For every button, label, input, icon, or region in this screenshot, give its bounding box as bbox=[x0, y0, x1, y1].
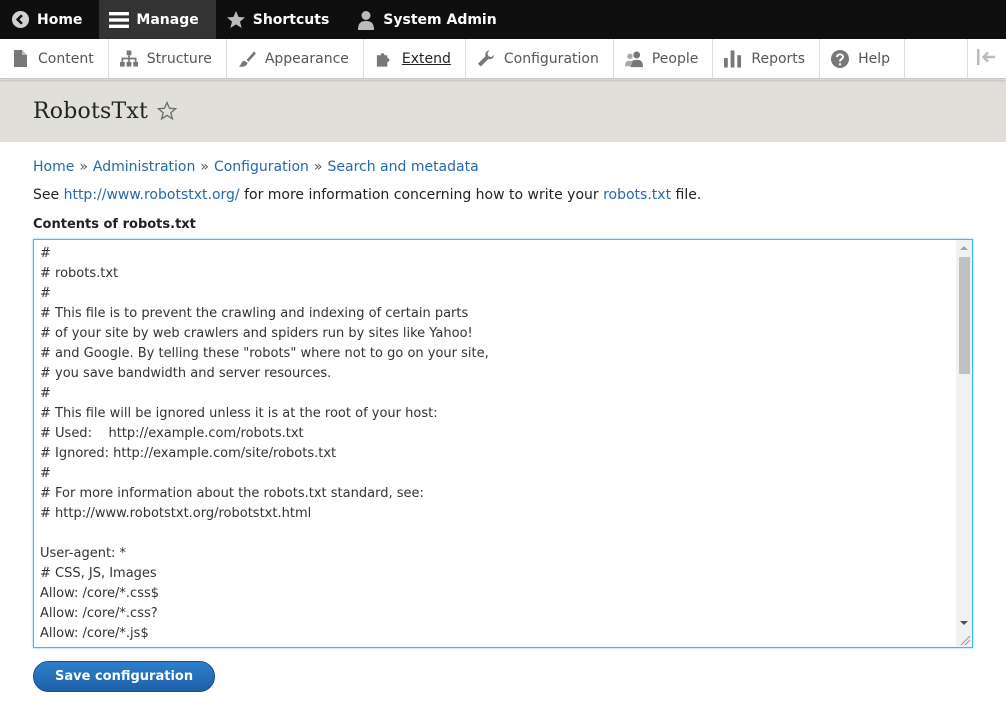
desc-text-after: file. bbox=[671, 187, 702, 203]
tray-item-reports[interactable]: Reports bbox=[713, 39, 821, 78]
breadcrumb: Home» Administration» Configuration» Search… bbox=[33, 159, 973, 179]
help-icon bbox=[831, 49, 850, 68]
breadcrumb-home[interactable]: Home bbox=[33, 159, 74, 175]
tray-item-extend-label: Extend bbox=[401, 50, 451, 67]
desc-text-middle: for more information concerning how to w… bbox=[239, 187, 604, 203]
tray-item-people[interactable]: People bbox=[614, 39, 714, 78]
toolbar-home[interactable]: Home bbox=[0, 0, 99, 39]
breadcrumb-configuration[interactable]: Configuration bbox=[214, 159, 309, 175]
collapse-sidebar-icon bbox=[977, 48, 997, 69]
scroll-up-arrow-icon[interactable] bbox=[956, 240, 972, 256]
textarea-line: # This file will be ignored unless it is… bbox=[40, 406, 438, 421]
robotstxt-org-link[interactable]: http://www.robotstxt.org/ bbox=[64, 187, 240, 203]
toolbar-user-label: System Admin bbox=[383, 11, 497, 28]
breadcrumb-separator: » bbox=[79, 159, 88, 175]
admin-menu-tray: Content Structure Appearance Extend Conf… bbox=[0, 39, 1006, 79]
page-icon bbox=[11, 50, 29, 68]
star-icon bbox=[226, 10, 246, 30]
tray-item-configuration-label: Configuration bbox=[503, 50, 599, 67]
user-icon bbox=[356, 10, 376, 30]
textarea-line: # Ignored: http://example.com/site/robot… bbox=[40, 446, 337, 461]
textarea-line: # bbox=[40, 246, 51, 261]
textarea-line: # robots.txt bbox=[40, 266, 119, 281]
breadcrumb-separator: » bbox=[313, 159, 323, 175]
tray-item-appearance[interactable]: Appearance bbox=[227, 39, 364, 78]
robots-contents-textarea[interactable]: # # robots.txt # # This file is to prevent … bbox=[33, 239, 973, 648]
hamburger-icon bbox=[109, 10, 130, 30]
sitemap-icon bbox=[119, 49, 138, 68]
desc-text-before: See bbox=[33, 187, 64, 203]
toolbar-user[interactable]: System Admin bbox=[346, 0, 513, 39]
tray-item-help-label: Help bbox=[858, 50, 890, 67]
puzzle-icon bbox=[375, 50, 393, 68]
textarea-line: # bbox=[40, 286, 51, 301]
save-configuration-button[interactable]: Save configuration bbox=[33, 661, 216, 692]
tray-item-structure-label: Structure bbox=[146, 50, 212, 67]
textarea-line: Allow: /core/*.js$ bbox=[40, 626, 149, 641]
toolbar-home-label: Home bbox=[37, 11, 83, 28]
textarea-line: # and Google. By telling these "robots" … bbox=[40, 346, 489, 361]
tray-item-people-label: People bbox=[651, 50, 699, 67]
people-icon bbox=[624, 50, 643, 68]
tray-item-configuration[interactable]: Configuration bbox=[466, 39, 614, 78]
tray-item-content-label: Content bbox=[38, 50, 94, 67]
breadcrumb-separator: » bbox=[200, 159, 209, 175]
textarea-line: Allow: /core/*.css? bbox=[40, 606, 158, 621]
tray-spacer bbox=[905, 39, 967, 78]
scrollbar-thumb[interactable] bbox=[959, 257, 970, 374]
tray-item-reports-label: Reports bbox=[751, 50, 806, 67]
textarea-line: # http://www.robotstxt.org/robotstxt.htm… bbox=[40, 506, 312, 521]
toolbar-manage-label: Manage bbox=[136, 11, 199, 28]
robots-txt-link[interactable]: robots.txt bbox=[603, 187, 671, 203]
admin-toolbar: Home Manage Shortcuts System Admin bbox=[0, 0, 1006, 39]
tray-item-help[interactable]: Help bbox=[820, 39, 905, 78]
robots-contents-label: Contents of robots.txt bbox=[33, 217, 196, 232]
page-title: RobotsTxt bbox=[33, 98, 148, 124]
main-content: Home» Administration» Configuration» Search… bbox=[0, 159, 1006, 692]
toolbar-manage[interactable]: Manage bbox=[99, 0, 216, 39]
textarea-line: # CSS, JS, Images bbox=[40, 566, 157, 581]
textarea-line: # For more information about the robots.… bbox=[40, 486, 424, 501]
field-description: See http://www.robotstxt.org/ for more i… bbox=[33, 187, 973, 207]
back-arrow-icon bbox=[10, 10, 30, 30]
tray-item-content[interactable]: Content bbox=[0, 39, 109, 78]
textarea-line: Allow: /core/*.css$ bbox=[40, 586, 160, 601]
wrench-icon bbox=[477, 50, 495, 68]
textarea-line: # you save bandwidth and server resource… bbox=[40, 366, 332, 381]
textarea-line bbox=[40, 524, 950, 544]
breadcrumb-search-metadata[interactable]: Search and metadata bbox=[327, 159, 478, 175]
brush-icon bbox=[238, 50, 256, 68]
textarea-line: User-agent: * bbox=[40, 546, 127, 561]
toolbar-shortcuts[interactable]: Shortcuts bbox=[216, 0, 347, 39]
textarea-line: # bbox=[40, 386, 51, 401]
tray-item-appearance-label: Appearance bbox=[264, 50, 349, 67]
resize-grip-icon[interactable] bbox=[956, 631, 972, 647]
tray-item-extend[interactable]: Extend bbox=[364, 39, 466, 78]
scroll-down-arrow-icon[interactable] bbox=[956, 615, 972, 631]
toolbar-shortcuts-label: Shortcuts bbox=[252, 11, 330, 28]
tray-item-structure[interactable]: Structure bbox=[109, 39, 227, 78]
shortcut-star-icon[interactable] bbox=[156, 100, 178, 122]
breadcrumb-administration[interactable]: Administration bbox=[93, 159, 195, 175]
textarea-content[interactable]: # # robots.txt # # This file is to prevent … bbox=[34, 240, 956, 647]
textarea-line: # of your site by web crawlers and spide… bbox=[40, 326, 473, 341]
textarea-scrollbar[interactable] bbox=[956, 240, 972, 631]
bar-chart-icon bbox=[724, 49, 742, 68]
tray-orientation-toggle[interactable] bbox=[967, 39, 1006, 78]
textarea-line: # Used: http://example.com/robots.txt bbox=[40, 426, 304, 441]
page-header: RobotsTxt bbox=[0, 80, 1006, 142]
textarea-line: # This file is to prevent the crawling a… bbox=[40, 306, 469, 321]
textarea-line: # bbox=[40, 466, 51, 481]
